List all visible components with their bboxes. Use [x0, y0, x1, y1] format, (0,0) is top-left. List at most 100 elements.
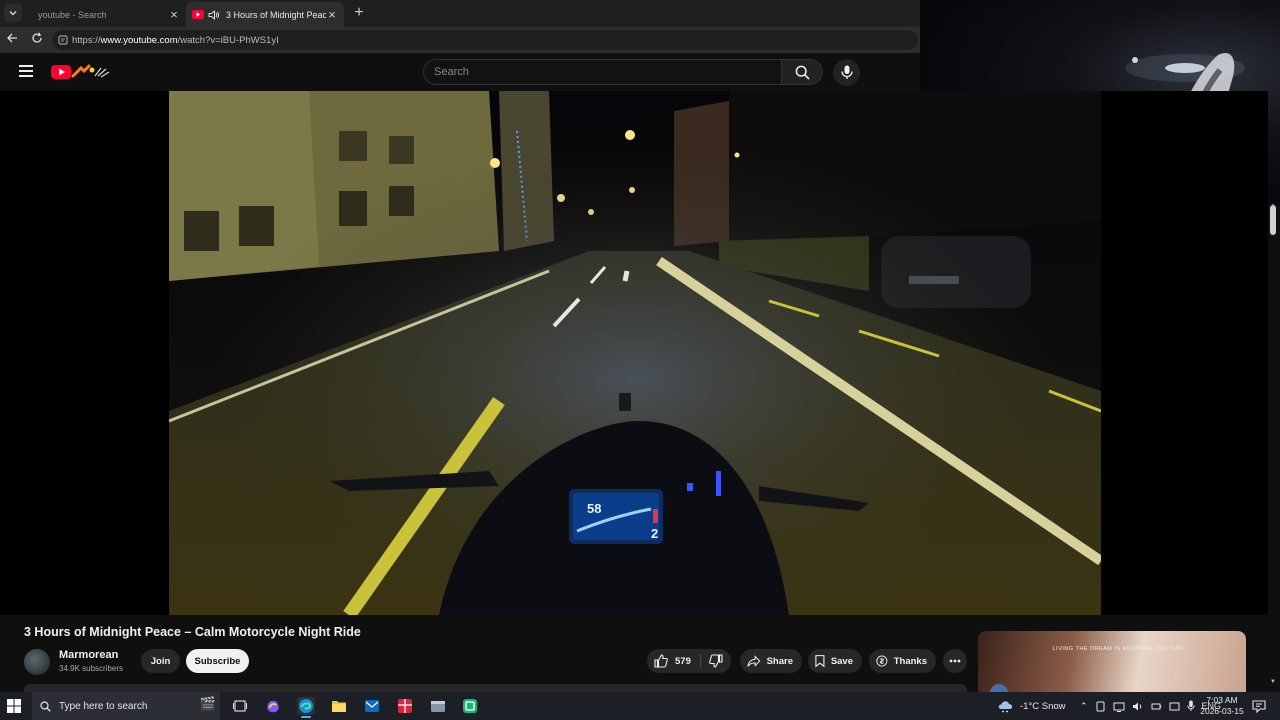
- video-player[interactable]: 58 2: [0, 91, 1268, 615]
- youtube-doodle-logo-icon: [51, 64, 110, 79]
- save-label: Save: [830, 655, 853, 667]
- network-icon[interactable]: [1113, 701, 1125, 712]
- tab-label: 3 Hours of Midnight Peace – C: [226, 9, 326, 20]
- volume-icon[interactable]: [1132, 701, 1144, 712]
- channel-name[interactable]: Marmorean: [59, 649, 118, 661]
- new-tab-button[interactable]: +: [350, 4, 368, 22]
- video-still-image: 58 2: [169, 91, 1101, 615]
- notification-center-button[interactable]: [1252, 699, 1266, 714]
- search-input[interactable]: Search: [423, 59, 782, 85]
- reload-icon: [32, 32, 42, 43]
- youtube-favicon-icon: [192, 10, 204, 19]
- more-actions-button[interactable]: [943, 649, 967, 673]
- dashboard-gear: 2: [651, 526, 658, 541]
- taskbar-search-placeholder: Type here to search: [59, 700, 148, 712]
- scroll-thumb[interactable]: [1270, 205, 1276, 235]
- like-divider: [700, 654, 701, 668]
- task-view-button[interactable]: [231, 697, 249, 715]
- search-icon: [795, 65, 810, 80]
- share-arrow-icon: [747, 654, 761, 667]
- search-button[interactable]: [781, 59, 823, 85]
- task-view-icon: [233, 700, 247, 712]
- taskbar-clock[interactable]: 7:03 AM 2026-03-15: [1196, 695, 1248, 717]
- advertiser-avatar: [990, 684, 1008, 692]
- window-app-icon: [431, 701, 445, 712]
- terminal-app-icon: [463, 699, 477, 713]
- taskbar-edge-button[interactable]: [297, 697, 315, 718]
- taskbar-outlook-button[interactable]: [363, 697, 381, 715]
- thumbs-up-icon: [654, 654, 668, 668]
- weather-widget[interactable]: -1°C Snow: [997, 692, 1066, 720]
- taskbar-copilot-button[interactable]: [264, 697, 282, 715]
- bookmark-icon: [815, 655, 825, 668]
- speaker-audio-icon[interactable]: [208, 9, 220, 20]
- microphone-icon: [840, 65, 853, 79]
- reload-button[interactable]: [29, 32, 45, 48]
- windows-taskbar: Type here to search 🎬 -1°C Snow ⌃ ENG 7:…: [0, 692, 1280, 720]
- battery-icon[interactable]: [1151, 701, 1162, 712]
- join-button[interactable]: Join: [141, 649, 180, 673]
- channel-avatar[interactable]: [24, 649, 50, 675]
- arrow-left-icon: [7, 33, 17, 43]
- subscribe-button[interactable]: Subscribe: [186, 649, 249, 673]
- tab-current-video[interactable]: 3 Hours of Midnight Peace – C ×: [186, 2, 344, 27]
- super-thanks-icon: [876, 655, 888, 667]
- tab-search-menu-button[interactable]: [4, 4, 22, 22]
- dashboard-speed: 58: [587, 501, 601, 516]
- url-path: /watch?v=iBU-PhWS1yI: [177, 34, 279, 46]
- chevron-up-icon[interactable]: ⌃: [1080, 701, 1088, 712]
- microphone-icon[interactable]: [1186, 700, 1195, 712]
- close-tab-icon[interactable]: ×: [326, 7, 338, 22]
- taskbar-file-explorer-button[interactable]: [330, 697, 348, 715]
- description-box[interactable]: [24, 684, 967, 692]
- copilot-icon: [267, 700, 279, 713]
- folder-icon: [332, 701, 346, 712]
- search-icon: [40, 700, 51, 712]
- weather-text: -1°C Snow: [1020, 700, 1066, 712]
- mail-icon: [365, 700, 379, 712]
- scroll-up-arrow-icon[interactable]: ▲: [1270, 203, 1278, 209]
- taskbar-app-green-button[interactable]: [461, 697, 479, 715]
- video-title: 3 Hours of Midnight Peace – Calm Motorcy…: [24, 625, 361, 639]
- taskbar-app-gray-button[interactable]: [429, 697, 447, 715]
- youtube-logo[interactable]: [51, 64, 111, 80]
- active-indicator: [301, 716, 311, 718]
- dislike-button[interactable]: [703, 649, 729, 673]
- save-button[interactable]: Save: [808, 649, 862, 673]
- thumbs-down-icon: [709, 654, 723, 668]
- more-horizontal-icon: [949, 659, 961, 663]
- subscriber-count: 34.9K subscribers: [59, 664, 124, 673]
- edge-browser-icon: [299, 699, 313, 713]
- chevron-down-icon: [9, 11, 17, 16]
- sidebar-ad-thumbnail[interactable]: LIVING THE DREAM IS KNOWING YOU CAN: [978, 631, 1246, 692]
- share-label: Share: [766, 655, 793, 667]
- back-button[interactable]: [4, 32, 20, 48]
- window-icon[interactable]: [1169, 701, 1180, 712]
- scroll-down-arrow-icon[interactable]: ▼: [1270, 679, 1278, 685]
- search-highlight-icon: 🎬: [199, 696, 216, 711]
- taskbar-app-red-button[interactable]: [396, 697, 414, 715]
- share-button[interactable]: Share: [740, 649, 802, 673]
- ad-tagline: LIVING THE DREAM IS KNOWING YOU CAN: [1052, 646, 1184, 652]
- clock-date: 2026-03-15: [1200, 706, 1244, 716]
- tab-youtube-search[interactable]: youtube - Search ×: [26, 2, 186, 27]
- browser-tab-strip: youtube - Search × 3 Hours of Midnight P…: [0, 0, 920, 27]
- site-info-icon[interactable]: [58, 35, 68, 45]
- clock-time: 7:03 AM: [1206, 695, 1238, 705]
- like-dislike-group: 579: [647, 649, 731, 673]
- url-host: www.youtube.com: [100, 34, 178, 46]
- guide-menu-button[interactable]: [19, 65, 33, 77]
- close-tab-icon[interactable]: ×: [168, 7, 180, 22]
- start-button[interactable]: [6, 698, 24, 714]
- taskbar-search-box[interactable]: Type here to search 🎬: [32, 692, 220, 720]
- address-bar-row: https://www.youtube.com/watch?v=iBU-PhWS…: [0, 27, 920, 53]
- url-field[interactable]: https://www.youtube.com/watch?v=iBU-PhWS…: [52, 30, 918, 50]
- device-icon[interactable]: [1095, 701, 1106, 712]
- windows-logo-icon: [7, 699, 21, 713]
- cloud-snow-icon: [998, 701, 1013, 713]
- youtube-masthead: Search: [0, 53, 920, 91]
- page-scrollbar[interactable]: [1268, 205, 1280, 687]
- voice-search-button[interactable]: [833, 59, 860, 86]
- like-button[interactable]: 579: [647, 649, 699, 673]
- thanks-button[interactable]: Thanks: [869, 649, 936, 673]
